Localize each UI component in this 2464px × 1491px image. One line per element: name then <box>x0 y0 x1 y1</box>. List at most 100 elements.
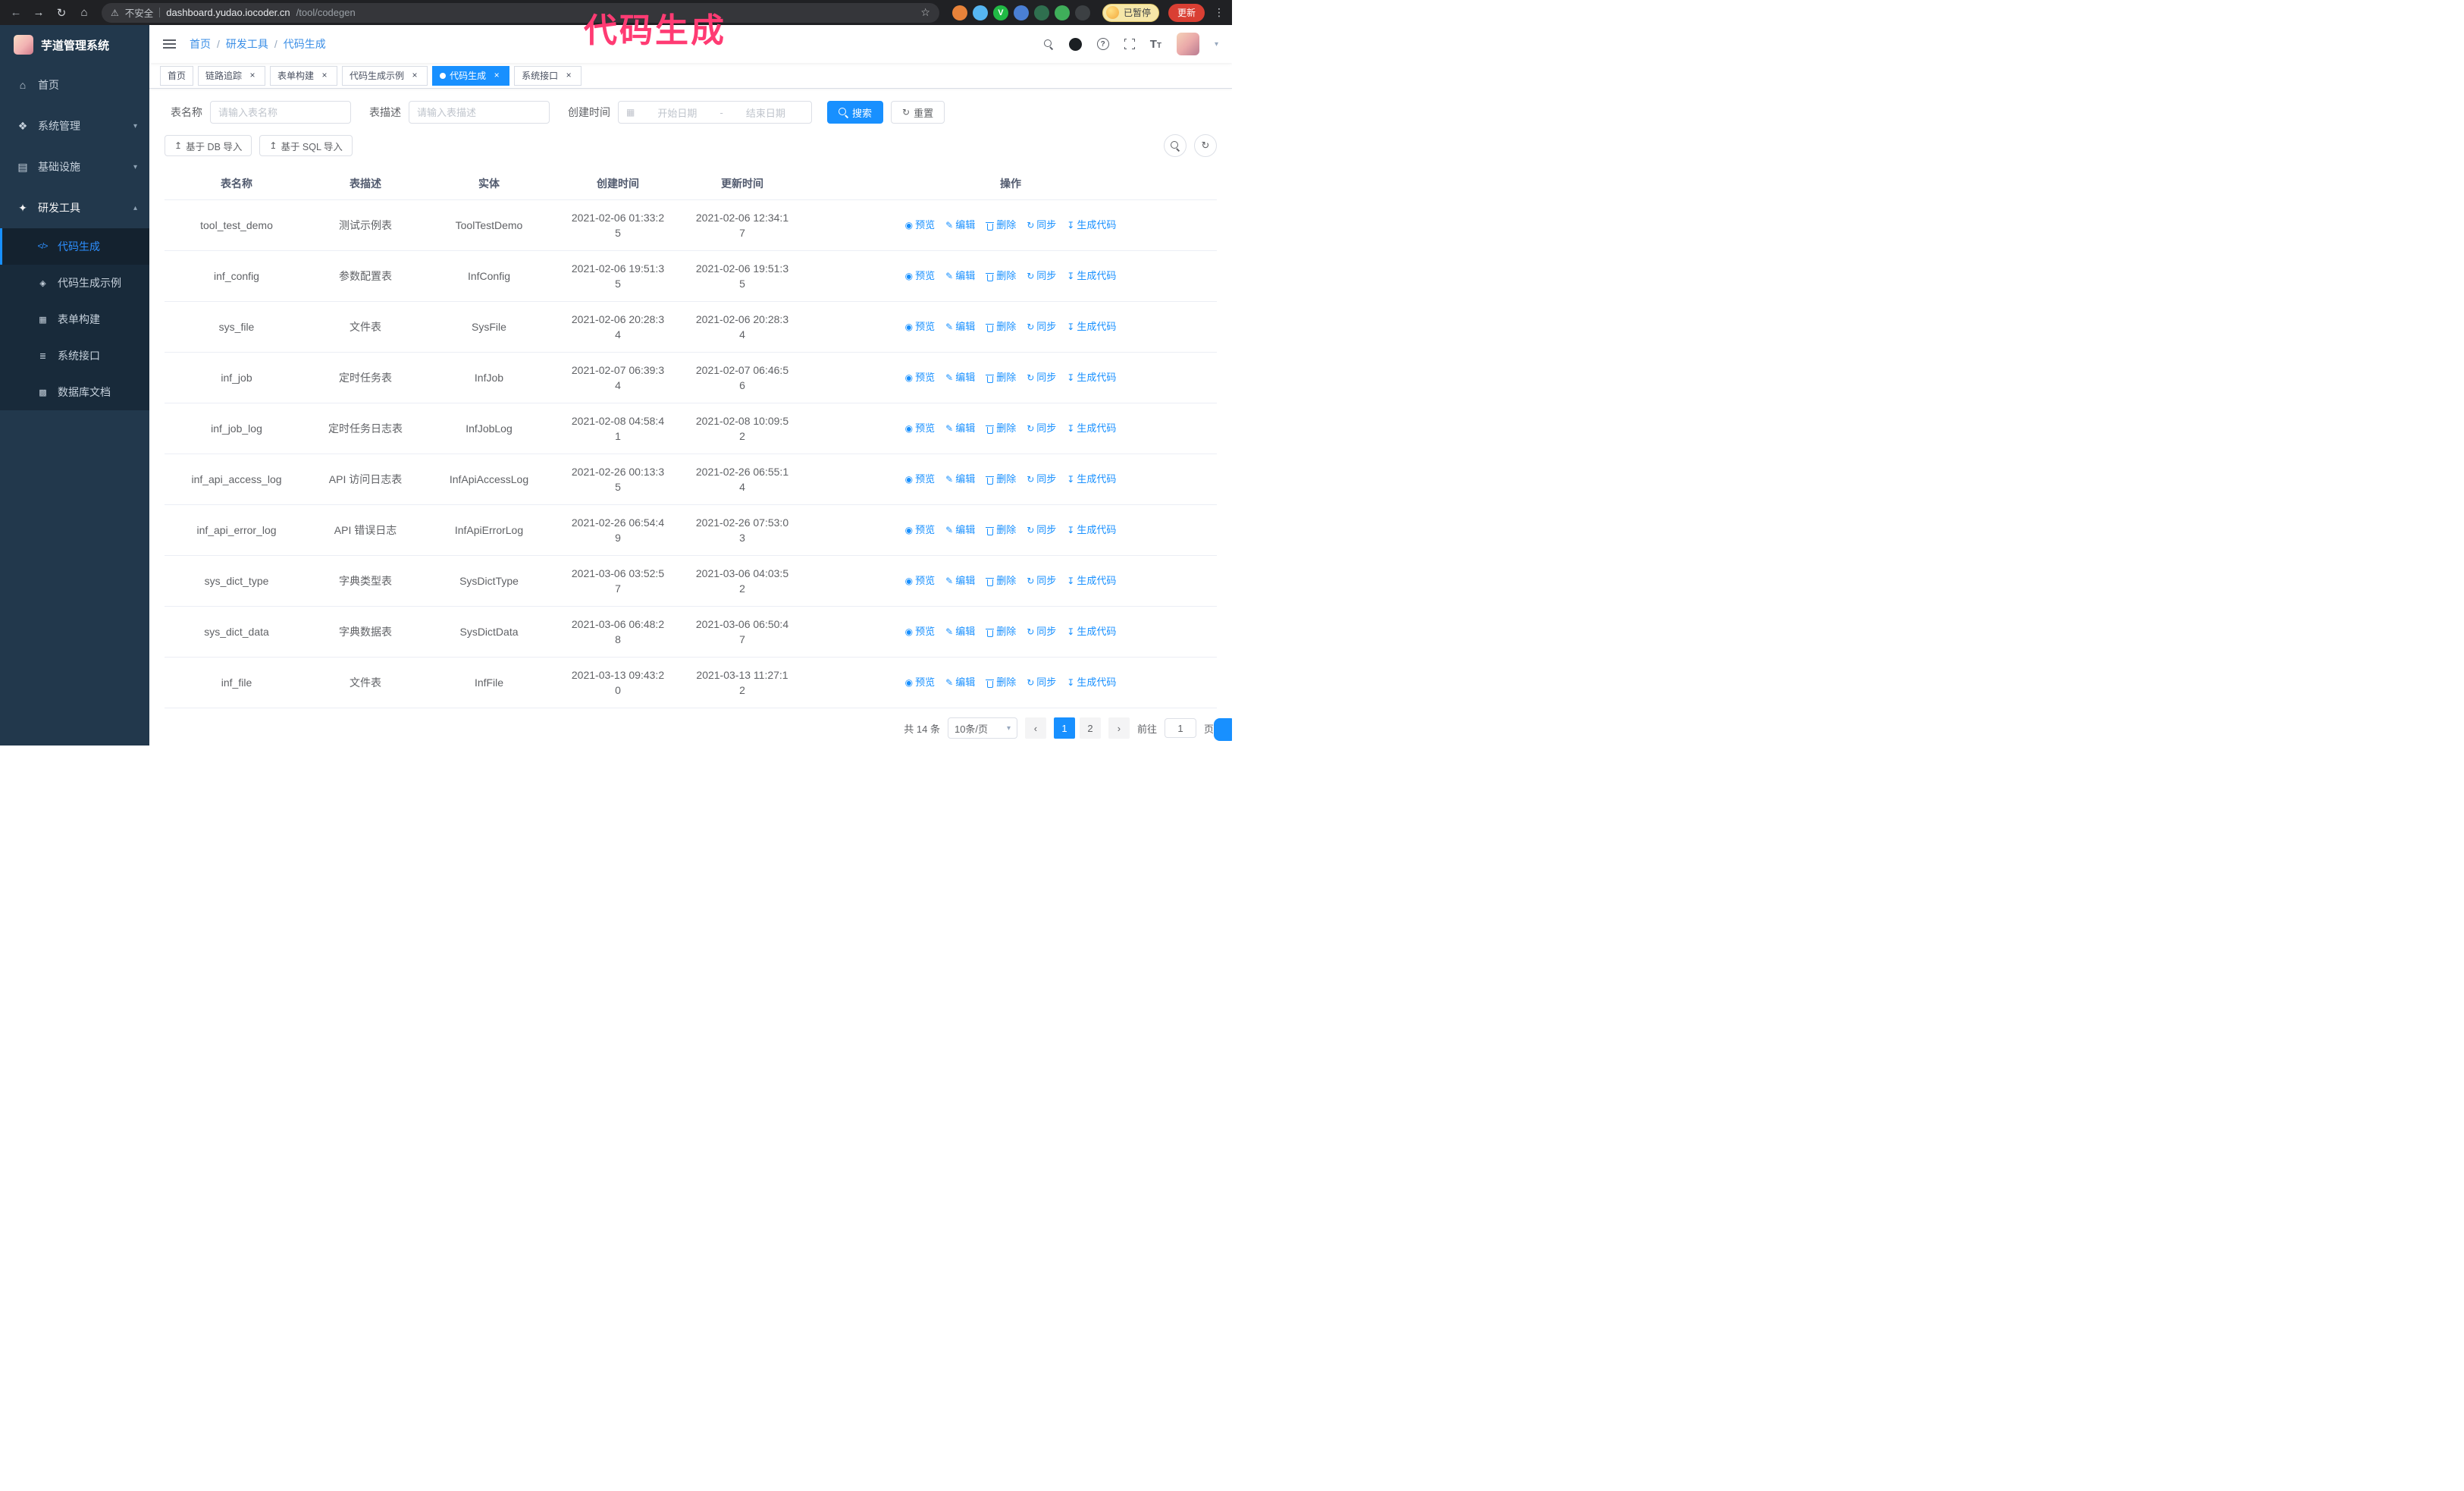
generate-code-link[interactable]: ↧ 生成代码 <box>1067 675 1116 690</box>
delete-link[interactable]: 删除 <box>986 573 1016 589</box>
sync-link[interactable]: ↻ 同步 <box>1027 319 1056 334</box>
generate-code-link[interactable]: ↧ 生成代码 <box>1067 268 1116 284</box>
preview-link[interactable]: ◉ 预览 <box>905 523 936 538</box>
edit-link[interactable]: ✎ 编辑 <box>945 472 975 487</box>
tab-system-api[interactable]: 系统接口 × <box>514 65 582 86</box>
edit-link[interactable]: ✎ 编辑 <box>945 268 975 284</box>
delete-link[interactable]: 删除 <box>986 319 1016 334</box>
sync-link[interactable]: ↻ 同步 <box>1027 421 1056 436</box>
preview-link[interactable]: ◉ 预览 <box>905 573 936 589</box>
generate-code-link[interactable]: ↧ 生成代码 <box>1067 573 1116 589</box>
delete-link[interactable]: 删除 <box>986 370 1016 385</box>
sidebar-item-system[interactable]: ❖ 系统管理 ▾ <box>0 105 149 146</box>
sidebar-item-home[interactable]: ⌂ 首页 <box>0 64 149 105</box>
sidebar-subitem-system-api[interactable]: ≣ 系统接口 <box>0 337 149 374</box>
v-extension-icon[interactable]: V <box>992 5 1008 20</box>
back-icon[interactable]: ← <box>6 3 26 23</box>
sync-link[interactable]: ↻ 同步 <box>1027 523 1056 538</box>
preview-link[interactable]: ◉ 预览 <box>905 319 936 334</box>
github-icon[interactable] <box>1068 37 1082 51</box>
tab-close-icon[interactable]: × <box>247 70 258 81</box>
reset-button[interactable]: ↻ 重置 <box>891 101 945 124</box>
preview-link[interactable]: ◉ 预览 <box>905 624 936 639</box>
reload-icon[interactable]: ↻ <box>52 3 71 23</box>
generate-code-link[interactable]: ↧ 生成代码 <box>1067 472 1116 487</box>
tab-tracer[interactable]: 链路追踪 × <box>198 65 266 86</box>
page-button-2[interactable]: 2 <box>1079 717 1101 739</box>
bookmark-star-icon[interactable]: ☆ <box>920 6 930 19</box>
preview-link[interactable]: ◉ 预览 <box>905 268 936 284</box>
page-button-1[interactable]: 1 <box>1053 717 1075 739</box>
preview-link[interactable]: ◉ 预览 <box>905 675 936 690</box>
tab-close-icon[interactable]: × <box>319 70 330 81</box>
backtop-button[interactable] <box>1214 718 1232 741</box>
breadcrumb-item[interactable]: 首页 <box>190 36 211 52</box>
caret-down-icon[interactable]: ▾ <box>1215 40 1218 49</box>
logo[interactable]: 芋道管理系统 <box>0 25 149 64</box>
generate-code-link[interactable]: ↧ 生成代码 <box>1067 421 1116 436</box>
prev-page-button[interactable]: ‹ <box>1024 717 1046 739</box>
generate-code-link[interactable]: ↧ 生成代码 <box>1067 218 1116 233</box>
drop-extension-icon[interactable] <box>972 5 988 20</box>
delete-link[interactable]: 删除 <box>986 472 1016 487</box>
import-sql-button[interactable]: ↥ 基于 SQL 导入 <box>259 135 353 156</box>
edit-link[interactable]: ✎ 编辑 <box>945 675 975 690</box>
delete-link[interactable]: 删除 <box>986 268 1016 284</box>
font-size-icon[interactable]: TT <box>1150 38 1161 51</box>
generate-code-link[interactable]: ↧ 生成代码 <box>1067 523 1116 538</box>
leaf-extension-icon[interactable] <box>1054 5 1070 20</box>
sync-link[interactable]: ↻ 同步 <box>1027 218 1056 233</box>
date-range-picker[interactable]: ▦ 开始日期 - 结束日期 <box>618 101 812 124</box>
paused-badge[interactable]: 已暂停 <box>1102 3 1159 22</box>
tab-form-builder[interactable]: 表单构建 × <box>270 65 338 86</box>
edit-link[interactable]: ✎ 编辑 <box>945 421 975 436</box>
edit-link[interactable]: ✎ 编辑 <box>945 370 975 385</box>
sidebar-subitem-db-doc[interactable]: ▩ 数据库文档 <box>0 374 149 410</box>
tab-home[interactable]: 首页 <box>160 65 194 86</box>
breadcrumb-item[interactable]: 研发工具 <box>226 36 268 52</box>
delete-link[interactable]: 删除 <box>986 523 1016 538</box>
search-button[interactable]: 搜索 <box>827 101 884 124</box>
forward-icon[interactable]: → <box>29 3 49 23</box>
import-db-button[interactable]: ↥ 基于 DB 导入 <box>165 135 252 156</box>
tab-close-icon[interactable]: × <box>409 70 420 81</box>
help-icon[interactable]: ? <box>1096 38 1109 50</box>
update-button[interactable]: 更新 <box>1168 3 1205 22</box>
team-extension-icon[interactable] <box>1013 5 1029 20</box>
delete-link[interactable]: 删除 <box>986 421 1016 436</box>
edit-link[interactable]: ✎ 编辑 <box>945 319 975 334</box>
preview-link[interactable]: ◉ 预览 <box>905 421 936 436</box>
puzzle-extension-icon[interactable] <box>1074 5 1090 20</box>
tab-codegen-example[interactable]: 代码生成示例 × <box>342 65 428 86</box>
generate-code-link[interactable]: ↧ 生成代码 <box>1067 624 1116 639</box>
browser-menu-icon[interactable]: ⋮ <box>1214 6 1224 19</box>
refresh-table-button[interactable]: ↻ <box>1194 134 1217 157</box>
browser-home-icon[interactable]: ⌂ <box>74 3 94 23</box>
edit-link[interactable]: ✎ 编辑 <box>945 573 975 589</box>
tab-codegen[interactable]: 代码生成 × <box>432 65 510 86</box>
fox-extension-icon[interactable] <box>951 5 967 20</box>
tab-close-icon[interactable]: × <box>491 70 502 81</box>
edit-link[interactable]: ✎ 编辑 <box>945 624 975 639</box>
sidebar-subitem-codegen[interactable]: </> 代码生成 <box>0 228 149 265</box>
sync-link[interactable]: ↻ 同步 <box>1027 573 1056 589</box>
preview-link[interactable]: ◉ 预览 <box>905 472 936 487</box>
delete-link[interactable]: 删除 <box>986 675 1016 690</box>
generate-code-link[interactable]: ↧ 生成代码 <box>1067 319 1116 334</box>
search-icon[interactable] <box>1043 39 1054 49</box>
delete-link[interactable]: 删除 <box>986 624 1016 639</box>
edit-link[interactable]: ✎ 编辑 <box>945 523 975 538</box>
avatar[interactable] <box>1176 33 1199 55</box>
sync-link[interactable]: ↻ 同步 <box>1027 268 1056 284</box>
sync-link[interactable]: ↻ 同步 <box>1027 624 1056 639</box>
table-desc-input[interactable] <box>409 101 550 124</box>
delete-link[interactable]: 删除 <box>986 218 1016 233</box>
edit-link[interactable]: ✎ 编辑 <box>945 218 975 233</box>
next-page-button[interactable]: › <box>1108 717 1130 739</box>
sidebar-item-devtools[interactable]: ✦ 研发工具 ▴ <box>0 187 149 228</box>
sync-link[interactable]: ↻ 同步 <box>1027 472 1056 487</box>
preview-link[interactable]: ◉ 预览 <box>905 370 936 385</box>
preview-link[interactable]: ◉ 预览 <box>905 218 936 233</box>
table-name-input[interactable] <box>210 101 351 124</box>
hamburger-icon[interactable] <box>163 39 176 49</box>
